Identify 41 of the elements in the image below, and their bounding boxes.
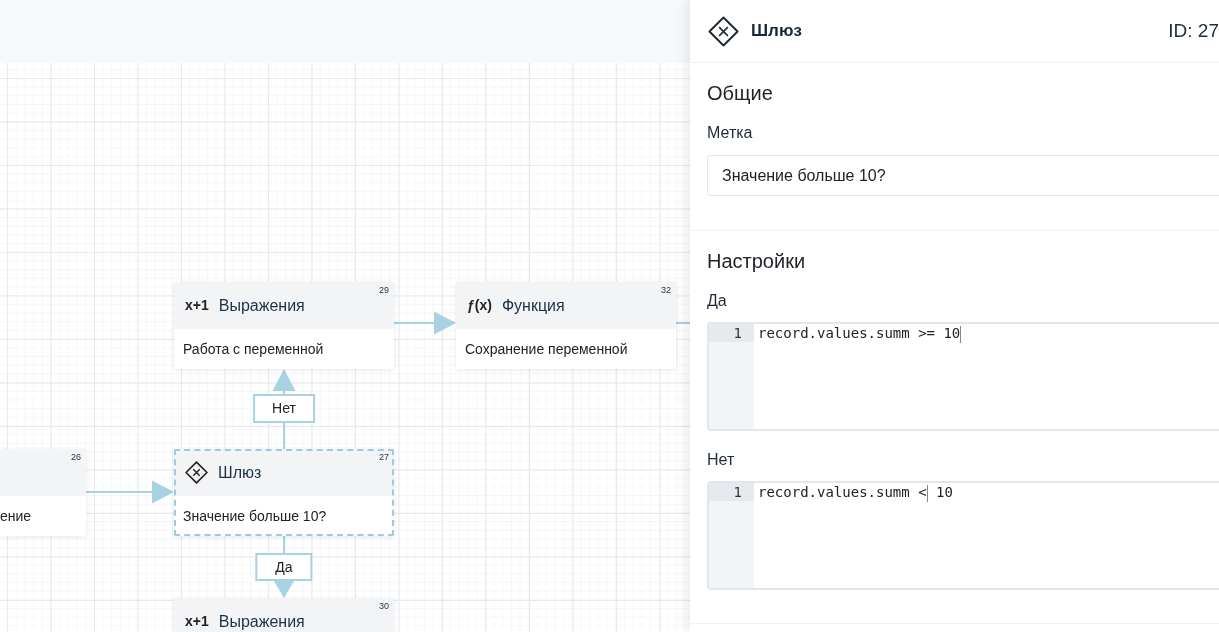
node-number: 26 <box>71 452 81 463</box>
edge-label: Да <box>255 553 313 581</box>
line-number: 1 <box>709 324 754 342</box>
edge-label: Нет <box>253 394 315 423</box>
node-description: Работа с переменной <box>183 339 324 359</box>
section-title: Настройки <box>707 249 806 273</box>
node-number: 30 <box>379 601 389 612</box>
node-number: 27 <box>379 452 389 463</box>
formula-icon: x+1 <box>185 611 209 632</box>
flow-node[interactable]: Шлюз 27 Значение больше 10? <box>174 449 394 536</box>
panel-title: Шлюз <box>751 20 802 43</box>
node-description: Значение больше 10? <box>183 506 327 526</box>
line-number: 1 <box>709 483 754 501</box>
function-icon: ƒ(x) <box>467 295 492 316</box>
code-line: record.values.summ >= 10 <box>758 324 962 342</box>
label-input[interactable]: Значение больше 10? <box>707 155 1219 196</box>
section-title: Общие <box>707 81 773 105</box>
node-title: Функция <box>501 295 565 316</box>
node-title: Шлюз <box>218 462 262 483</box>
connector-arrow <box>393 311 456 335</box>
field-label: Нет <box>707 450 735 470</box>
flow-node[interactable]: x+1 Выражения 30 <box>174 598 394 632</box>
code-editor[interactable]: 1 record.values.summ < 10 <box>707 481 1219 590</box>
code-editor[interactable]: 1 record.values.summ >= 10 <box>707 322 1219 431</box>
node-title: Выражения <box>218 611 305 632</box>
flow-node[interactable]: ƒ(x) Функция 32 Сохранение переменной <box>456 282 676 369</box>
node-number: 29 <box>379 285 389 296</box>
field-label: Да <box>707 291 727 311</box>
node-number: 32 <box>661 285 671 296</box>
node-id-label: ID: 27 <box>1168 18 1219 43</box>
node-description: Сохранение переменной <box>465 339 628 359</box>
formula-icon: x+1 <box>185 295 209 316</box>
flow-node[interactable]: 26 ение <box>0 449 86 536</box>
flow-node[interactable]: x+1 Выражения 29 Работа с переменной <box>174 282 394 369</box>
field-label: Метка <box>707 123 753 143</box>
gateway-diamond-icon <box>708 15 739 47</box>
gateway-diamond-icon <box>185 461 208 484</box>
node-description: ение <box>0 506 32 526</box>
node-title: Выражения <box>218 295 305 316</box>
connector-line <box>675 322 690 324</box>
code-line: record.values.summ < 10 <box>758 483 953 501</box>
